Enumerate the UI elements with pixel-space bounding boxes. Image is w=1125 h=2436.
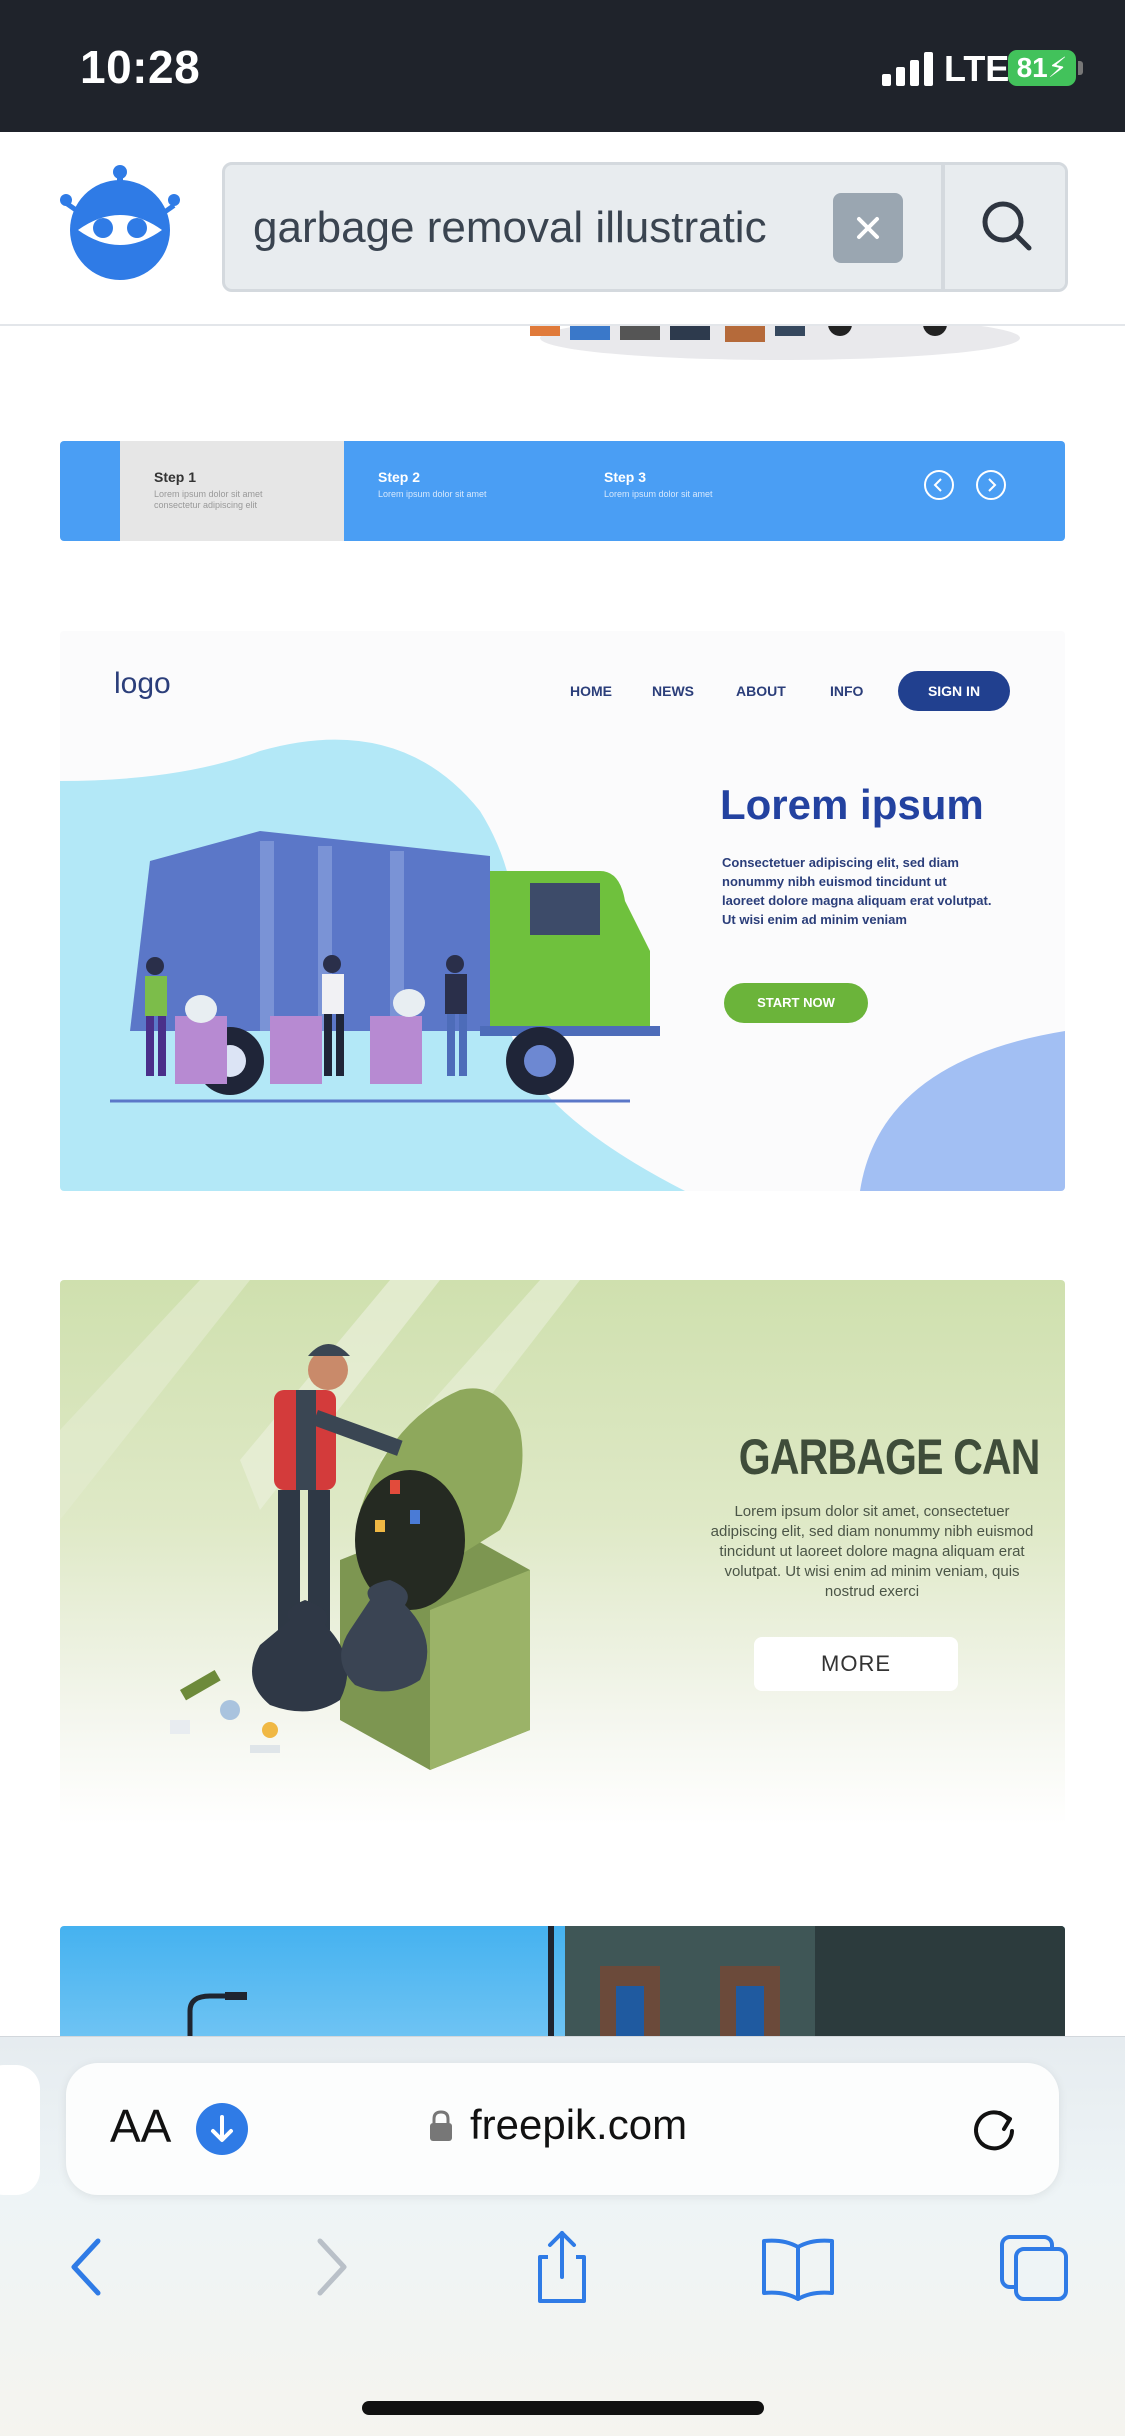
battery-tip — [1078, 61, 1083, 75]
text-size-button[interactable]: AA — [110, 2099, 171, 2153]
cellular-signal-icon — [882, 52, 933, 86]
garbage-can-image[interactable]: GARBAGE CAN Lorem ipsum dolor sit amet, … — [60, 1280, 1065, 1825]
site-header: garbage removal illustratic — [0, 132, 1125, 326]
freepik-logo-icon[interactable] — [58, 160, 182, 284]
chevron-left-icon — [924, 470, 954, 500]
step-2-title: Step 2 — [378, 469, 421, 485]
garbage-card-body: Lorem ipsum dolor sit amet, consectetuer… — [710, 1503, 1034, 1600]
battery-level: 81 — [1016, 52, 1048, 83]
results-feed[interactable]: Step 1 Lorem ipsum dolor sit amet consec… — [0, 326, 1125, 2036]
step-3: Step 3 Lorem ipsum dolor sit amet — [570, 441, 790, 541]
forward-icon[interactable] — [290, 2227, 370, 2307]
garbage-card-more-label: MORE — [754, 1637, 958, 1691]
landing-nav-news: NEWS — [652, 683, 694, 699]
step-1: Step 1 Lorem ipsum dolor sit amet consec… — [120, 441, 344, 541]
step-1-title: Step 1 — [154, 469, 197, 485]
next-result-image[interactable] — [60, 1926, 1065, 2036]
screen: 10:28 LTE 81⚡ garbage removal illustrati… — [0, 0, 1125, 2436]
steps-banner-image[interactable]: Step 1 Lorem ipsum dolor sit amet consec… — [60, 441, 1065, 541]
step-2: Step 2 Lorem ipsum dolor sit amet — [344, 441, 564, 541]
previous-result-image[interactable] — [490, 326, 1020, 386]
step-2-desc: Lorem ipsum dolor sit amet — [378, 489, 487, 499]
home-indicator[interactable] — [362, 2401, 764, 2415]
garbage-truck-landing-image[interactable]: logo HOME NEWS ABOUT INFO SIGN IN Lorem … — [60, 631, 1065, 1191]
close-icon — [857, 217, 879, 239]
search-icon — [982, 201, 1032, 251]
download-icon[interactable] — [196, 2103, 248, 2155]
status-bar: 10:28 LTE 81⚡ — [0, 0, 1125, 132]
step-1-desc: Lorem ipsum dolor sit amet consectetur a… — [154, 489, 263, 510]
next-result-illustration — [187, 1926, 1065, 2036]
search-bar[interactable]: garbage removal illustratic — [222, 162, 1068, 292]
share-icon[interactable] — [522, 2227, 602, 2307]
landing-body: Consectetuer adipiscing elit, sed diam n… — [722, 855, 992, 927]
previous-tab-peek[interactable] — [0, 2065, 40, 2195]
garbage-card-title: GARBAGE CAN — [738, 1429, 1041, 1485]
step-3-title: Step 3 — [604, 469, 647, 485]
landing-logo-text: logo — [114, 667, 171, 700]
chevron-right-icon — [976, 470, 1006, 500]
address-bar[interactable]: AA freepik.com — [66, 2063, 1059, 2195]
clear-search-button[interactable] — [833, 193, 903, 263]
battery-icon: 81⚡ — [1008, 50, 1076, 86]
reload-icon[interactable] — [964, 2099, 1024, 2159]
url-domain[interactable]: freepik.com — [470, 2101, 687, 2149]
landing-nav-about: ABOUT — [736, 683, 786, 699]
text-size-label: AA — [110, 2100, 172, 2152]
search-input[interactable]: garbage removal illustratic — [253, 203, 833, 253]
lock-icon — [430, 2110, 452, 2141]
browser-toolbar: AA freepik.com — [0, 2036, 1125, 2436]
status-time: 10:28 — [80, 41, 201, 93]
network-type: LTE — [944, 48, 1010, 89]
landing-cta-label: START NOW — [724, 983, 868, 1023]
landing-signin-label: SIGN IN — [898, 671, 1010, 711]
landing-nav-info: INFO — [830, 683, 864, 699]
landing-nav-home: HOME — [570, 683, 612, 699]
step-3-desc: Lorem ipsum dolor sit amet — [604, 489, 713, 499]
back-icon[interactable] — [48, 2227, 128, 2307]
search-button[interactable] — [941, 165, 1065, 289]
tabs-icon[interactable] — [996, 2227, 1076, 2307]
landing-title: Lorem ipsum — [720, 781, 984, 828]
bookmarks-icon[interactable] — [758, 2227, 838, 2307]
